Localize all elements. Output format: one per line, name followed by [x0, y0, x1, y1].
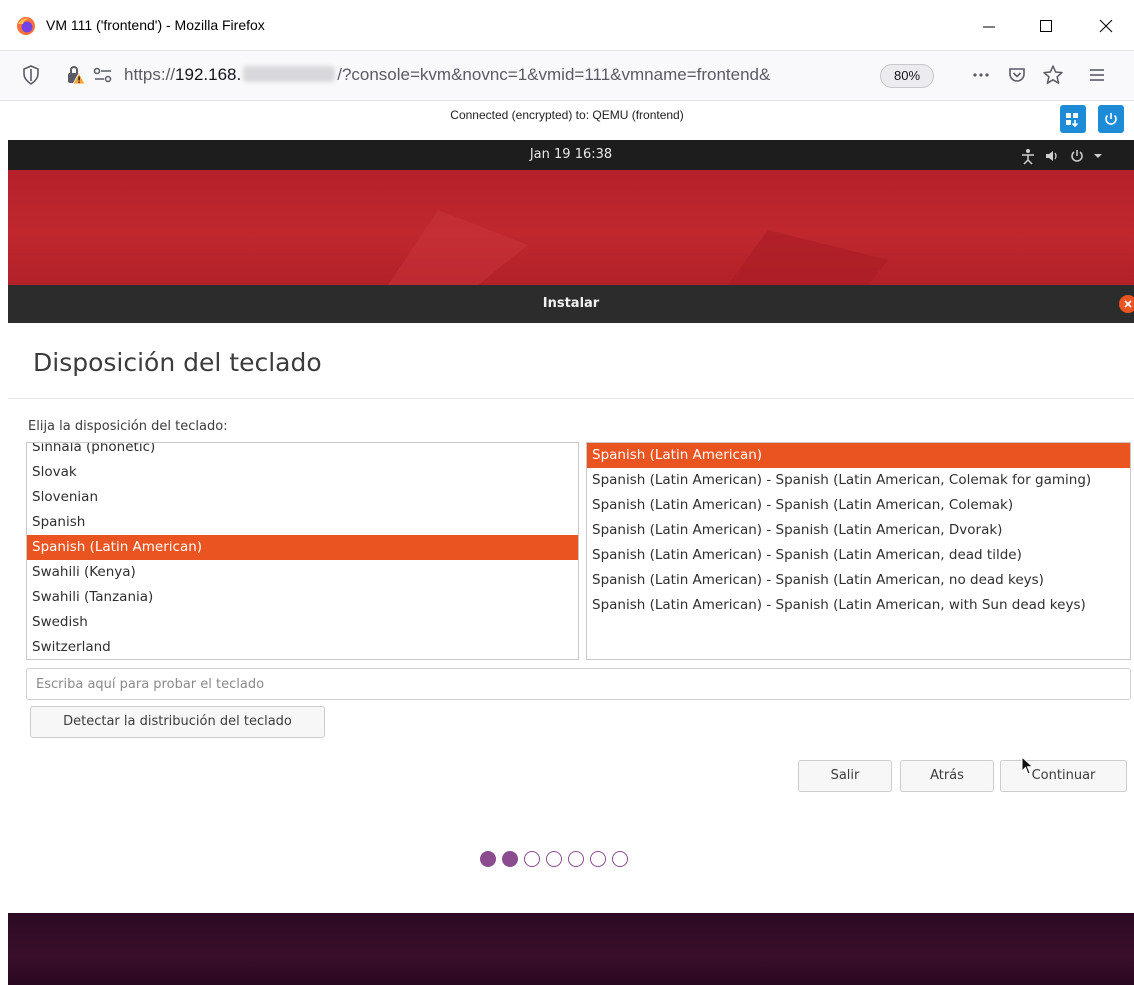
progress-dot	[612, 851, 628, 867]
keyboard-command-icon	[1066, 113, 1079, 128]
pocket-icon[interactable]	[1006, 64, 1028, 86]
send-keys-button[interactable]	[1060, 105, 1086, 133]
variant-list-item[interactable]: Spanish (Latin American)	[587, 443, 1130, 468]
progress-dot	[568, 851, 584, 867]
progress-dot	[480, 851, 496, 867]
variant-list-item[interactable]: Spanish (Latin American) - Spanish (Lati…	[587, 543, 1130, 568]
progress-dot	[546, 851, 562, 867]
shield-icon[interactable]	[22, 65, 40, 85]
keyboard-layout-list[interactable]: Sinhala (phonetic) Slovak Slovenian Spanish…	[26, 442, 579, 660]
quit-button[interactable]: Salir	[798, 760, 892, 792]
keyboard-variant-list[interactable]: Spanish (Latin American) Spanish (Latin A…	[586, 442, 1131, 660]
minimize-button[interactable]	[966, 6, 1012, 46]
desktop-wallpaper-top	[8, 170, 1134, 285]
connection-status: Connected (encrypted) to: QEMU (frontend…	[450, 108, 684, 122]
more-icon[interactable]	[970, 64, 992, 86]
url-bar: https://192.168. /?console=kvm&novnc=1&vm…	[0, 50, 1134, 100]
clock[interactable]: Jan 19 16:38	[8, 147, 1134, 162]
hamburger-menu-icon[interactable]	[1086, 64, 1108, 86]
power-icon	[1105, 113, 1117, 125]
back-button[interactable]: Atrás	[900, 760, 994, 792]
detect-layout-button[interactable]: Detectar la distribución del teclado	[30, 706, 325, 738]
close-window-button[interactable]	[1083, 6, 1129, 46]
power-menu-icon	[1071, 150, 1083, 162]
firefox-icon	[17, 17, 35, 35]
minimize-icon	[983, 26, 995, 28]
permissions-icon[interactable]	[92, 64, 114, 86]
keyboard-test-input[interactable]	[26, 668, 1131, 700]
layout-list-item[interactable]: Swahili (Kenya)	[27, 560, 578, 585]
installer-window: Instalar Disposición del teclado Elija l…	[8, 285, 1134, 913]
progress-dot	[502, 851, 518, 867]
zoom-level-button[interactable]: 80%	[880, 64, 934, 88]
layout-list-item[interactable]: Switzerland	[27, 635, 578, 659]
layout-list-item[interactable]: Spanish	[27, 510, 578, 535]
layout-prompt: Elija la disposición del teclado:	[28, 419, 228, 434]
maximize-icon	[1040, 20, 1052, 32]
url-path: /?console=kvm&novnc=1&vmid=111&vmname=fr…	[337, 65, 771, 84]
variant-list-item[interactable]: Spanish (Latin American) - Spanish (Lati…	[587, 593, 1130, 618]
ubuntu-top-bar: Jan 19 16:38	[8, 140, 1134, 170]
wallpaper-shapes	[388, 210, 888, 285]
window-title: VM 111 ('frontend') - Mozilla Firefox	[46, 17, 265, 33]
system-tray[interactable]	[1018, 147, 1128, 165]
installer-titlebar: Instalar	[8, 285, 1134, 323]
url-text[interactable]: https://192.168. /?console=kvm&novnc=1&vm…	[124, 65, 770, 85]
close-icon	[1099, 19, 1113, 33]
installer-title: Instalar	[542, 296, 600, 311]
variant-list-item[interactable]: Spanish (Latin American) - Spanish (Lati…	[587, 568, 1130, 593]
layout-list-item[interactable]: Sinhala (phonetic)	[27, 443, 578, 460]
progress-dot	[524, 851, 540, 867]
layout-list-item[interactable]: Spanish (Latin American)	[27, 535, 578, 560]
layout-list-item[interactable]: Slovak	[27, 460, 578, 485]
close-icon	[1124, 300, 1132, 308]
divider	[8, 398, 1134, 399]
power-button[interactable]	[1098, 105, 1124, 133]
layout-list-item[interactable]: Swedish	[27, 610, 578, 635]
vm-screen[interactable]: Jan 19 16:38 Instalar Disposición del te…	[8, 140, 1134, 985]
installer-close-button[interactable]	[1119, 295, 1134, 313]
variant-list-item[interactable]: Spanish (Latin American) - Spanish (Lati…	[587, 468, 1130, 493]
chevron-down-icon	[1094, 154, 1102, 158]
url-scheme: https://	[124, 65, 176, 84]
volume-icon	[1046, 151, 1057, 161]
lock-warning-icon[interactable]	[66, 64, 86, 86]
desktop-wallpaper-bottom	[8, 913, 1134, 985]
progress-dot	[590, 851, 606, 867]
star-icon[interactable]	[1042, 64, 1064, 86]
maximize-button[interactable]	[1023, 6, 1069, 46]
accessibility-icon	[1022, 149, 1034, 165]
variant-list-item[interactable]: Spanish (Latin American) - Spanish (Lati…	[587, 518, 1130, 543]
firefox-titlebar: VM 111 ('frontend') - Mozilla Firefox	[0, 0, 1134, 50]
install-progress-dots	[480, 851, 680, 871]
page-title: Disposición del teclado	[33, 348, 322, 377]
redacted-address	[243, 66, 336, 82]
layout-list-item[interactable]: Slovenian	[27, 485, 578, 510]
url-host: 192.168.	[175, 65, 242, 84]
layout-list-item[interactable]: Swahili (Tanzania)	[27, 585, 578, 610]
novnc-status-bar: Connected (encrypted) to: QEMU (frontend…	[0, 100, 1134, 140]
variant-list-item[interactable]: Spanish (Latin American) - Spanish (Lati…	[587, 493, 1130, 518]
continue-button[interactable]: Continuar	[1000, 760, 1127, 792]
mouse-cursor-icon	[1021, 756, 1034, 775]
